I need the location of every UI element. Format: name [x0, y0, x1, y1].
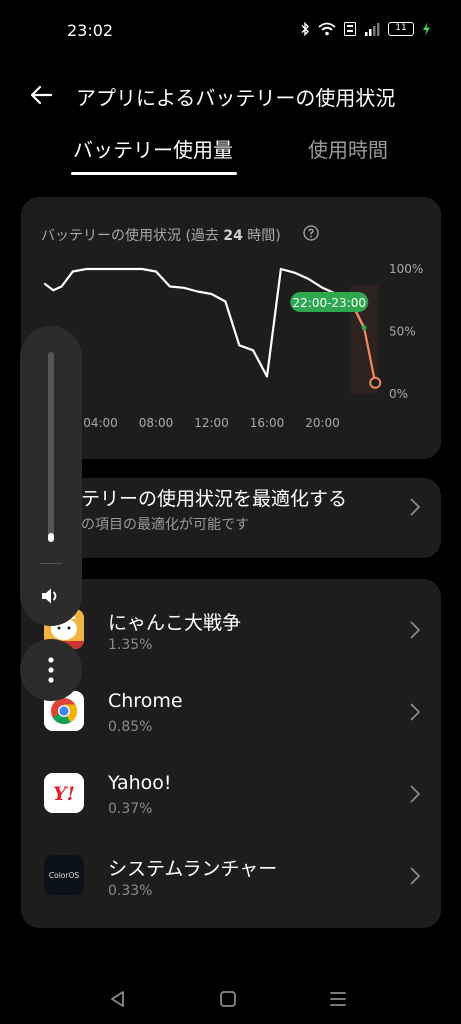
volte-icon: [344, 22, 356, 36]
status-bar: 23:02 11: [0, 0, 461, 62]
x-tick-label: 12:00: [194, 416, 229, 430]
status-time: 23:02: [67, 21, 114, 40]
x-tick-label: 16:00: [250, 416, 285, 430]
app-row-chrome[interactable]: Chrome 0.85%: [21, 671, 441, 753]
app-row-nyanko[interactable]: にゃんこ大戦争 1.35%: [21, 589, 441, 671]
tab-usage-time[interactable]: 使用時間: [308, 134, 388, 163]
nav-home-icon[interactable]: [217, 988, 239, 1010]
header: アプリによるバッテリーの使用状況: [0, 76, 461, 116]
x-tick-label: 20:00: [305, 416, 340, 430]
page-title: アプリによるバッテリーの使用状況: [76, 86, 396, 110]
navigation-bar: [0, 980, 461, 1024]
speaker-icon[interactable]: [39, 584, 63, 608]
x-tick-label: 08:00: [139, 416, 174, 430]
y-tick-label: 0%: [389, 387, 408, 401]
app-percent: 0.85%: [108, 719, 153, 735]
battery-chart-card: バッテリーの使用状況 (過去 24 時間) 22:00-23:00 100% 50%…: [21, 197, 441, 459]
yahoo-icon-text: Y!: [53, 783, 75, 805]
chevron-right-icon: [410, 703, 421, 721]
nav-back-icon[interactable]: [107, 988, 129, 1010]
chevron-right-icon: [410, 498, 421, 516]
nav-recents-icon[interactable]: [327, 988, 349, 1010]
app-name: Chrome: [108, 690, 183, 712]
optimize-subtitle: の項目の最適化が可能です: [81, 517, 249, 533]
app-name: システムランチャー: [108, 858, 278, 880]
volume-panel: [20, 326, 82, 626]
signal-icon: [365, 23, 380, 36]
tab-bar: バッテリー使用量 使用時間: [0, 134, 461, 180]
coloros-app-icon: ColorOS: [44, 855, 84, 895]
highlight-point: [361, 325, 367, 331]
wifi-icon: [318, 22, 336, 36]
app-row-yahoo[interactable]: Y! Yahoo! 0.37%: [21, 753, 441, 835]
bluetooth-icon: [301, 22, 309, 36]
app-row-system-launcher[interactable]: ColorOS システムランチャー 0.33%: [21, 835, 441, 917]
chevron-right-icon: [410, 621, 421, 639]
coloros-icon-text: ColorOS: [49, 871, 79, 880]
more-vertical-icon: [48, 657, 54, 683]
battery-icon: 11: [388, 22, 414, 36]
app-name: にゃんこ大戦争: [108, 612, 242, 634]
series-line-0: [43, 267, 366, 378]
tab-indicator: [71, 172, 237, 175]
app-percent: 0.33%: [108, 883, 153, 899]
status-icons: 11: [300, 22, 431, 36]
app-percent: 1.35%: [108, 637, 153, 653]
yahoo-app-icon: Y!: [44, 773, 84, 813]
highlight-label: 22:00-23:00: [293, 296, 367, 310]
y-tick-label: 50%: [389, 325, 416, 339]
volume-more-button[interactable]: [20, 639, 82, 701]
app-usage-list: にゃんこ大戦争 1.35% Chrome 0.85% Y! Yahoo! 0.3…: [21, 579, 441, 928]
volume-slider[interactable]: [48, 352, 54, 542]
y-tick-label: 100%: [389, 262, 423, 276]
x-tick-label: 04:00: [83, 416, 118, 430]
volume-divider: [40, 563, 62, 564]
chevron-right-icon: [410, 867, 421, 885]
charging-icon: [423, 22, 430, 36]
current-level-point: [369, 376, 382, 389]
volume-level-fill: [48, 532, 54, 542]
optimize-battery-card[interactable]: テリーの使用状況を最適化する の項目の最適化が可能です: [21, 478, 441, 558]
chevron-right-icon: [410, 785, 421, 803]
app-name: Yahoo!: [108, 772, 172, 794]
optimize-title: テリーの使用状況を最適化する: [81, 488, 348, 510]
battery-line-chart: 22:00-23:00 100% 50% 0% 04:00 08:00 12:00 16:00…: [43, 262, 423, 430]
tab-battery-usage[interactable]: バッテリー使用量: [73, 134, 233, 163]
back-arrow-icon[interactable]: [28, 82, 54, 108]
app-percent: 0.37%: [108, 801, 153, 817]
